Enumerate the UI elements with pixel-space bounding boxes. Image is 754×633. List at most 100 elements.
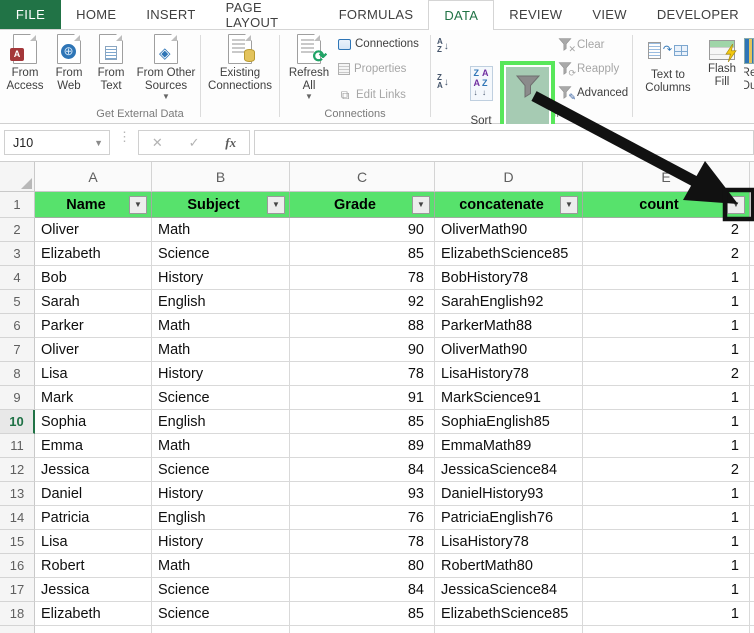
cell-count[interactable]: 1 bbox=[583, 482, 750, 506]
cell-name[interactable]: Parker bbox=[35, 314, 152, 338]
cell-grade[interactable]: 90 bbox=[290, 218, 435, 242]
filter-dropdown-icon[interactable]: ▼ bbox=[560, 196, 578, 214]
tab-file[interactable]: FILE bbox=[0, 0, 61, 29]
cell-name[interactable]: Lisa bbox=[35, 362, 152, 386]
cell-grade[interactable]: 88 bbox=[290, 314, 435, 338]
row-number[interactable]: 14 bbox=[0, 506, 35, 530]
cell-name[interactable]: Elizabeth bbox=[35, 602, 152, 626]
cell-subject[interactable]: Science bbox=[152, 386, 290, 410]
cell-count[interactable]: 1 bbox=[583, 506, 750, 530]
row-number[interactable]: 15 bbox=[0, 530, 35, 554]
row-number[interactable]: 4 bbox=[0, 266, 35, 290]
cell-count[interactable]: 1 bbox=[583, 602, 750, 626]
cell-subject[interactable]: Science bbox=[152, 242, 290, 266]
cell-count[interactable]: 2 bbox=[583, 362, 750, 386]
cell-subject[interactable]: Science bbox=[152, 602, 290, 626]
cell-count[interactable]: 1 bbox=[583, 386, 750, 410]
cell-concatenate[interactable]: LisaHistory78 bbox=[435, 362, 583, 386]
cell-concatenate[interactable]: DanielHistory93 bbox=[435, 482, 583, 506]
cell-concatenate[interactable]: ParkerMath88 bbox=[435, 314, 583, 338]
row-number[interactable]: 6 bbox=[0, 314, 35, 338]
cell-name[interactable]: Sarah bbox=[35, 290, 152, 314]
cell-count[interactable]: 1 bbox=[583, 338, 750, 362]
name-box[interactable]: J10 ▼ bbox=[4, 130, 110, 155]
column-header-a[interactable]: A bbox=[35, 162, 152, 192]
cell-concatenate[interactable]: MarkScience91 bbox=[435, 386, 583, 410]
filter-dropdown-icon[interactable]: ▼ bbox=[267, 196, 285, 214]
tab-view[interactable]: VIEW bbox=[577, 0, 641, 29]
text-to-columns-button[interactable]: ↷ Text to Columns bbox=[638, 34, 698, 95]
cell-name[interactable]: Mark bbox=[35, 386, 152, 410]
cell-grade[interactable]: 93 bbox=[290, 482, 435, 506]
cell-count[interactable]: 1 bbox=[583, 314, 750, 338]
from-web-button[interactable]: ⊕From Web bbox=[48, 34, 90, 93]
filter-dropdown-icon[interactable]: ▼ bbox=[129, 196, 147, 214]
advanced-button[interactable]: ✎Advanced bbox=[558, 86, 628, 100]
from-text-button[interactable]: From Text bbox=[92, 34, 130, 93]
cell-grade[interactable]: 90 bbox=[290, 338, 435, 362]
cell-concatenate[interactable]: JessicaScience84 bbox=[435, 578, 583, 602]
column-header-c[interactable]: C bbox=[290, 162, 435, 192]
cell-name[interactable]: Jessica bbox=[35, 458, 152, 482]
connections-button[interactable]: Connections bbox=[338, 38, 419, 50]
cell-count[interactable]: 1 bbox=[583, 410, 750, 434]
cell-count[interactable]: 2 bbox=[583, 242, 750, 266]
cell-grade[interactable]: 89 bbox=[290, 434, 435, 458]
cell-concatenate[interactable]: SarahEnglish92 bbox=[435, 290, 583, 314]
cell-subject[interactable]: Math bbox=[152, 314, 290, 338]
existing-connections-button[interactable]: Existing Connections bbox=[206, 34, 274, 93]
row-number[interactable]: 7 bbox=[0, 338, 35, 362]
header-cell-subject[interactable]: Subject▼ bbox=[152, 192, 290, 218]
cell-concatenate[interactable]: BobHistory78 bbox=[435, 266, 583, 290]
cell-concatenate[interactable]: ElizabethScience85 bbox=[435, 602, 583, 626]
cell-count[interactable]: 1 bbox=[583, 578, 750, 602]
cell-grade[interactable]: 85 bbox=[290, 242, 435, 266]
tab-data[interactable]: DATA bbox=[428, 0, 494, 29]
cell-name[interactable]: Emma bbox=[35, 434, 152, 458]
row-number[interactable]: 1 bbox=[0, 192, 35, 218]
cell-subject[interactable]: History bbox=[152, 362, 290, 386]
sort-descending-button[interactable]: ZA↓ bbox=[437, 74, 449, 90]
tab-formulas[interactable]: FORMULAS bbox=[324, 0, 429, 29]
remove-duplicates-button-partial[interactable]: Re Du bbox=[744, 34, 754, 93]
select-all-corner[interactable] bbox=[0, 162, 35, 192]
column-header-e[interactable]: E bbox=[583, 162, 750, 192]
row-number[interactable]: 11 bbox=[0, 434, 35, 458]
row-number[interactable]: 5 bbox=[0, 290, 35, 314]
cell-concatenate[interactable]: JessicaScience84 bbox=[435, 458, 583, 482]
cancel-entry-icon[interactable]: ✕ bbox=[152, 135, 163, 151]
cell-concatenate[interactable]: RobertMath80 bbox=[435, 554, 583, 578]
header-cell-concatenate[interactable]: concatenate▼ bbox=[435, 192, 583, 218]
cell-subject[interactable]: Math bbox=[152, 338, 290, 362]
cell-subject[interactable]: Science bbox=[152, 578, 290, 602]
tab-developer[interactable]: DEVELOPER bbox=[642, 0, 754, 29]
column-header-d[interactable]: D bbox=[435, 162, 583, 192]
cell-subject[interactable]: History bbox=[152, 266, 290, 290]
tab-insert[interactable]: INSERT bbox=[131, 0, 210, 29]
tab-review[interactable]: REVIEW bbox=[494, 0, 577, 29]
cell-subject[interactable]: Science bbox=[152, 458, 290, 482]
cell-concatenate[interactable]: SophiaEnglish85 bbox=[435, 410, 583, 434]
row-number[interactable]: 2 bbox=[0, 218, 35, 242]
row-number[interactable]: 12 bbox=[0, 458, 35, 482]
name-box-caret-icon[interactable]: ▼ bbox=[94, 138, 103, 148]
cell-count[interactable]: 1 bbox=[583, 530, 750, 554]
header-cell-name[interactable]: Name▼ bbox=[35, 192, 152, 218]
filter-dropdown-icon[interactable]: ▼ bbox=[412, 196, 430, 214]
cell-name[interactable]: Elizabeth bbox=[35, 242, 152, 266]
cell-grade[interactable]: 78 bbox=[290, 530, 435, 554]
row-number[interactable]: 9 bbox=[0, 386, 35, 410]
cell-count[interactable]: 1 bbox=[583, 554, 750, 578]
column-header-b[interactable]: B bbox=[152, 162, 290, 192]
cell-count[interactable]: 1 bbox=[583, 434, 750, 458]
cell-count[interactable]: 1 bbox=[583, 290, 750, 314]
cell-concatenate[interactable]: LisaHistory78 bbox=[435, 530, 583, 554]
cell-name[interactable]: Bob bbox=[35, 266, 152, 290]
from-access-button[interactable]: AFrom Access bbox=[4, 34, 46, 93]
tab-home[interactable]: HOME bbox=[61, 0, 131, 29]
row-number[interactable]: 3 bbox=[0, 242, 35, 266]
from-other-sources-button[interactable]: ◈From Other Sources▼ bbox=[130, 34, 202, 101]
cell-name[interactable]: Oliver bbox=[35, 338, 152, 362]
cell-empty[interactable] bbox=[435, 626, 583, 633]
cell-grade[interactable]: 85 bbox=[290, 602, 435, 626]
